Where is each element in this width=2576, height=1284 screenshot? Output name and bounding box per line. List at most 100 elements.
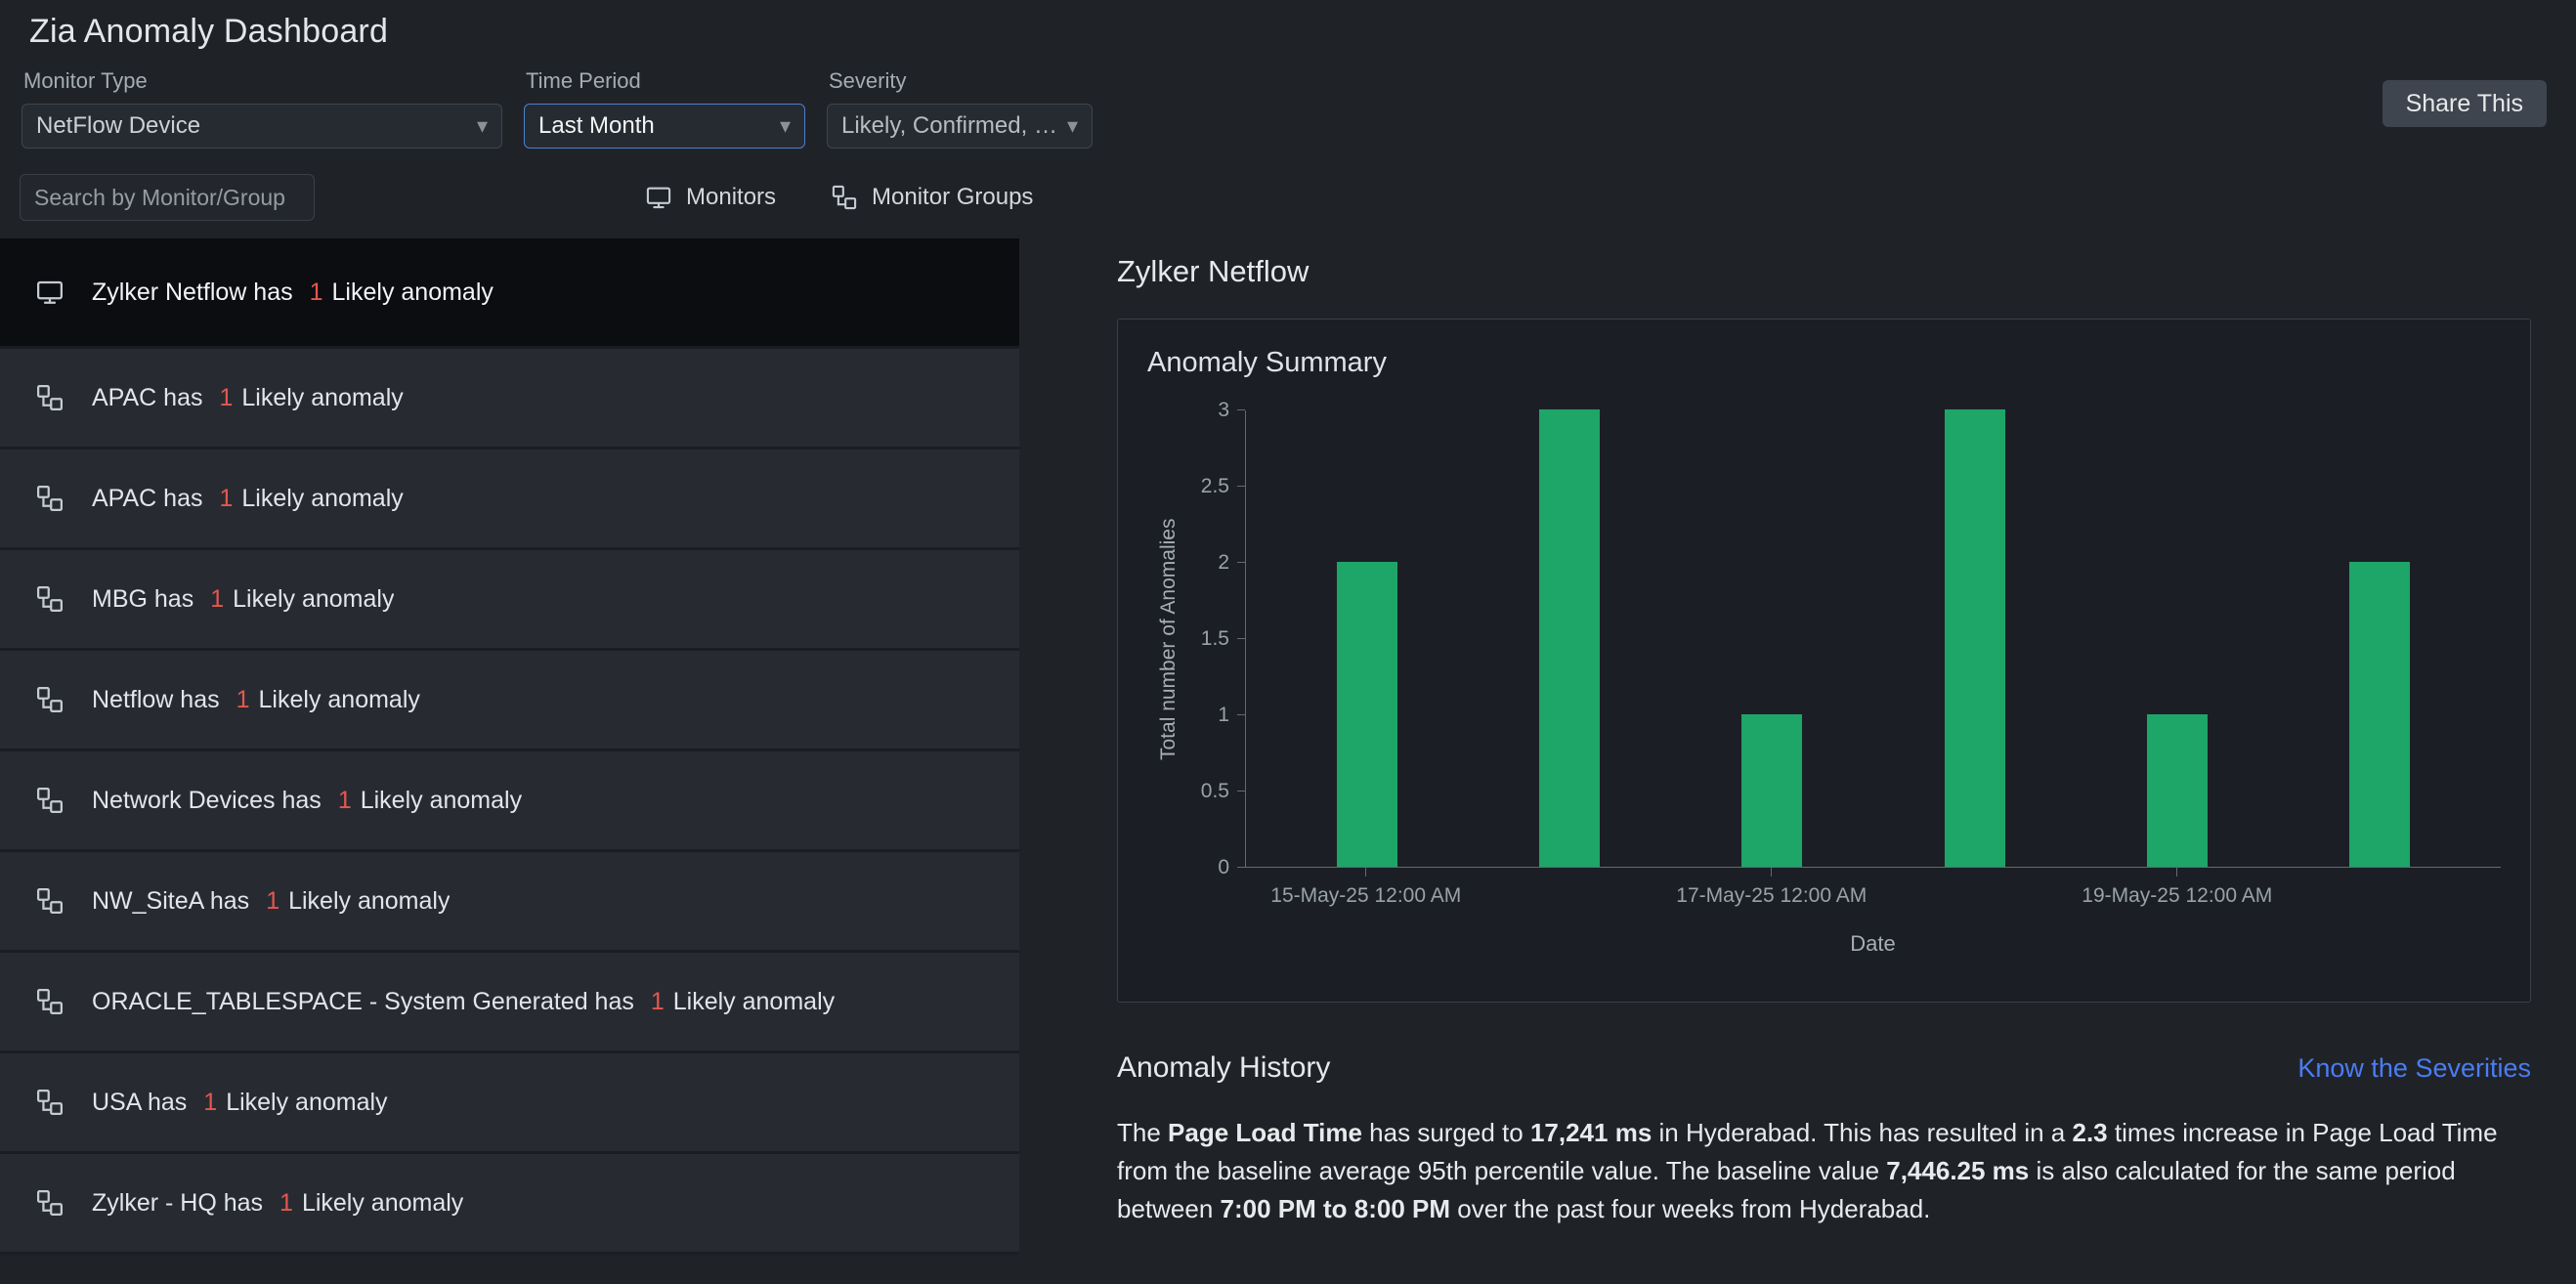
list-item[interactable]: Netflow has1Likely anomaly	[0, 651, 1019, 751]
monitor-type-select[interactable]: NetFlow Device ▾	[21, 104, 502, 149]
time-period-label: Time Period	[526, 68, 805, 94]
item-suffix: Likely anomaly	[302, 1189, 463, 1217]
history-segment: Page Load Time	[1168, 1118, 1362, 1147]
monitor-group-icon	[831, 184, 858, 211]
list-item[interactable]: Zylker - HQ has1Likely anomaly	[0, 1154, 1019, 1255]
monitor-group-icon	[35, 584, 64, 614]
item-suffix: Likely anomaly	[226, 1089, 387, 1116]
item-prefix: Network Devices has	[92, 787, 322, 814]
severity-value: Likely, Confirmed, Info	[841, 112, 1059, 140]
anomaly-count: 1	[310, 278, 323, 306]
item-prefix: APAC has	[92, 384, 202, 411]
content-area: Zylker Netflow has1Likely anomaly APAC h…	[0, 238, 2576, 1284]
chart-title: Anomaly Summary	[1147, 347, 2501, 379]
severity-select[interactable]: Likely, Confirmed, Info ▾	[827, 104, 1093, 149]
history-segment: 7,446.25 ms	[1886, 1156, 2029, 1185]
list-item-text: Zylker - HQ has1Likely anomaly	[92, 1189, 463, 1218]
chevron-down-icon: ▾	[1067, 113, 1078, 139]
bar	[2147, 714, 2208, 867]
item-suffix: Likely anomaly	[233, 585, 394, 613]
chevron-down-icon: ▾	[477, 113, 488, 139]
item-prefix: Zylker - HQ has	[92, 1189, 263, 1217]
detail-panel: Zylker Netflow Anomaly Summary Total num…	[1019, 238, 2576, 1284]
list-item-text: APAC has 1 Likely anomaly	[92, 485, 404, 513]
know-the-severities-link[interactable]: Know the Severities	[2297, 1053, 2531, 1084]
anomaly-count: 1	[651, 988, 665, 1015]
monitor-type-value: NetFlow Device	[36, 112, 200, 140]
tab-monitor-groups-label: Monitor Groups	[872, 184, 1033, 211]
x-tick-label: 15-May-25 12:00 AM	[1270, 884, 1461, 908]
list-item-text: Network Devices has1Likely anomaly	[92, 787, 522, 815]
monitor-group-icon	[35, 786, 64, 815]
list-item[interactable]: Network Devices has1Likely anomaly	[0, 751, 1019, 852]
tab-monitors[interactable]: Monitors	[645, 184, 776, 211]
bars	[1246, 410, 2501, 867]
bar	[1539, 409, 1600, 867]
item-suffix: Likely anomaly	[241, 485, 403, 512]
list-item[interactable]: USA has1Likely anomaly	[0, 1053, 1019, 1154]
chevron-down-icon: ▾	[780, 113, 791, 139]
history-segment: has surged to	[1362, 1118, 1530, 1147]
list-item-text: ORACLE_TABLESPACE - System Generated has…	[92, 988, 835, 1016]
list-item[interactable]: NW_SiteA has1Likely anomaly	[0, 852, 1019, 953]
monitor-type-label: Monitor Type	[23, 68, 502, 94]
anomaly-count: 1	[219, 485, 233, 512]
view-tabs: Monitors Monitor Groups	[645, 184, 1033, 211]
y-tick-mark	[1237, 791, 1245, 792]
item-suffix: Likely anomaly	[673, 988, 835, 1015]
search-input[interactable]	[20, 174, 315, 221]
x-tick-label: 17-May-25 12:00 AM	[1676, 884, 1867, 908]
tab-monitor-groups[interactable]: Monitor Groups	[831, 184, 1033, 211]
x-axis: 15-May-25 12:00 AM17-May-25 12:00 AM19-M…	[1245, 868, 2501, 908]
item-prefix: USA has	[92, 1089, 187, 1116]
bar	[2349, 562, 2410, 867]
anomaly-count: 1	[236, 686, 250, 713]
history-segment: 2.3	[2073, 1118, 2108, 1147]
bar	[1945, 409, 2005, 867]
history-segment: over the past four weeks from Hyderabad.	[1450, 1194, 1930, 1223]
anomaly-count: 1	[338, 787, 352, 814]
item-prefix: APAC has	[92, 485, 202, 512]
filter-time-period: Time Period Last Month ▾	[524, 68, 805, 149]
history-segment: 17,241 ms	[1530, 1118, 1652, 1147]
tab-monitors-label: Monitors	[686, 184, 776, 211]
plot-area	[1245, 410, 2501, 868]
item-suffix: Likely anomaly	[241, 384, 403, 411]
history-text: The Page Load Time has surged to 17,241 …	[1117, 1114, 2531, 1228]
list-item[interactable]: APAC has 1 Likely anomaly	[0, 449, 1019, 550]
anomaly-summary-chart: Total number of Anomalies 00.511.522.53 …	[1147, 410, 2501, 957]
item-prefix: Netflow has	[92, 686, 220, 713]
list-item[interactable]: MBG has1Likely anomaly	[0, 550, 1019, 651]
y-tick-mark	[1237, 638, 1245, 639]
monitor-group-icon	[35, 1088, 64, 1117]
app-header: Zia Anomaly Dashboard	[0, 0, 2576, 63]
filter-severity: Severity Likely, Confirmed, Info ▾	[827, 68, 1093, 149]
severity-label: Severity	[829, 68, 1093, 94]
anomaly-count: 1	[219, 384, 233, 411]
monitor-group-icon	[35, 886, 64, 916]
list-item-text: Zylker Netflow has1Likely anomaly	[92, 278, 494, 307]
panel-title: Zylker Netflow	[1117, 254, 2531, 289]
y-tick-label: 0.5	[1201, 781, 1229, 802]
list-item-text: USA has1Likely anomaly	[92, 1089, 388, 1117]
monitor-group-icon	[35, 685, 64, 714]
monitor-group-icon	[35, 383, 64, 412]
anomaly-history-title: Anomaly History	[1117, 1051, 1330, 1085]
y-tick-mark	[1237, 714, 1245, 715]
list-item[interactable]: APAC has 1 Likely anomaly	[0, 349, 1019, 449]
share-this-button[interactable]: Share This	[2383, 80, 2547, 127]
monitor-group-icon	[35, 1188, 64, 1218]
anomaly-count: 1	[266, 887, 279, 915]
search-toolbar: Monitors Monitor Groups	[0, 172, 2576, 223]
filter-monitor-type: Monitor Type NetFlow Device ▾	[21, 68, 502, 149]
x-tick-mark	[1365, 868, 1366, 877]
bar	[1337, 562, 1397, 867]
y-tick-label: 1	[1218, 705, 1229, 726]
list-item[interactable]: Zylker Netflow has1Likely anomaly	[0, 238, 1019, 349]
list-item-text: Netflow has1Likely anomaly	[92, 686, 420, 714]
list-item[interactable]: ORACLE_TABLESPACE - System Generated has…	[0, 953, 1019, 1053]
y-tick-mark	[1237, 867, 1245, 868]
time-period-select[interactable]: Last Month ▾	[524, 104, 805, 149]
filter-bar: Monitor Type NetFlow Device ▾ Time Perio…	[0, 63, 2576, 162]
monitor-group-icon	[35, 484, 64, 513]
